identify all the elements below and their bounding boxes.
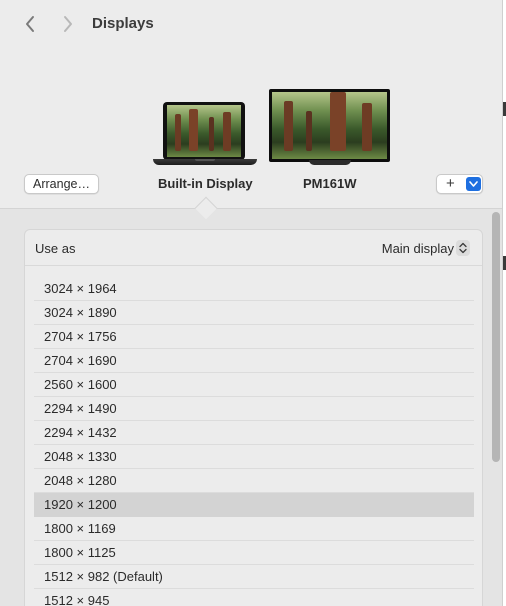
resolution-option[interactable]: 3024 × 1964 xyxy=(34,277,474,301)
monitor-stand xyxy=(309,160,351,165)
resolution-option[interactable]: 2294 × 1432 xyxy=(34,421,474,445)
laptop-base xyxy=(153,159,257,165)
resolution-list: 3024 × 1964 3024 × 1890 2704 × 1756 2704 × … xyxy=(34,277,474,606)
resolution-option[interactable]: 3024 × 1890 xyxy=(34,301,474,325)
resolution-option[interactable]: 1512 × 945 xyxy=(34,589,474,606)
resolution-option[interactable]: 2048 × 1280 xyxy=(34,469,474,493)
resolution-option[interactable]: 2294 × 1490 xyxy=(34,397,474,421)
forest-wallpaper-thumbnail xyxy=(272,92,387,159)
chevron-left-icon[interactable] xyxy=(20,13,42,35)
resolution-option[interactable]: 1800 × 1125 xyxy=(34,541,474,565)
arrange-button[interactable]: Arrange… xyxy=(24,174,99,194)
resolution-option[interactable]: 2704 × 1690 xyxy=(34,349,474,373)
resolution-option[interactable]: 1920 × 1200 xyxy=(34,493,474,517)
scrollbar[interactable] xyxy=(492,212,500,462)
chevron-right-icon[interactable] xyxy=(56,13,78,35)
display-settings-pane: Use as Main display 3024 × 1964 3024 × 18… xyxy=(0,208,502,606)
resolution-option[interactable]: 1800 × 1169 xyxy=(34,517,474,541)
settings-card: Use as Main display 3024 × 1964 3024 × 18… xyxy=(24,229,483,606)
chevron-down-icon[interactable] xyxy=(466,177,481,191)
use-as-row: Use as Main display xyxy=(25,230,482,266)
resolution-option[interactable]: 2560 × 1600 xyxy=(34,373,474,397)
use-as-popup[interactable]: Main display xyxy=(382,241,454,256)
toolbar: Displays xyxy=(0,0,502,50)
resolution-option[interactable]: 2048 × 1330 xyxy=(34,445,474,469)
window-title: Displays xyxy=(92,15,154,32)
plus-icon[interactable]: + xyxy=(446,175,455,193)
resolution-option[interactable]: 2704 × 1756 xyxy=(34,325,474,349)
forest-wallpaper-thumbnail xyxy=(167,105,241,157)
laptop-icon xyxy=(163,102,245,160)
use-as-label: Use as xyxy=(35,241,76,256)
resolution-option[interactable]: 1512 × 982 (Default) xyxy=(34,565,474,589)
monitor-icon xyxy=(269,89,390,162)
display-label-builtin: Built-in Display xyxy=(158,176,253,191)
display-label-pm161w: PM161W xyxy=(303,176,357,191)
displays-settings-window: Displays Built-in Display PM161W Arrange… xyxy=(0,0,503,606)
add-display-button[interactable]: + xyxy=(436,174,483,194)
up-down-chevron-icon[interactable] xyxy=(456,240,470,256)
